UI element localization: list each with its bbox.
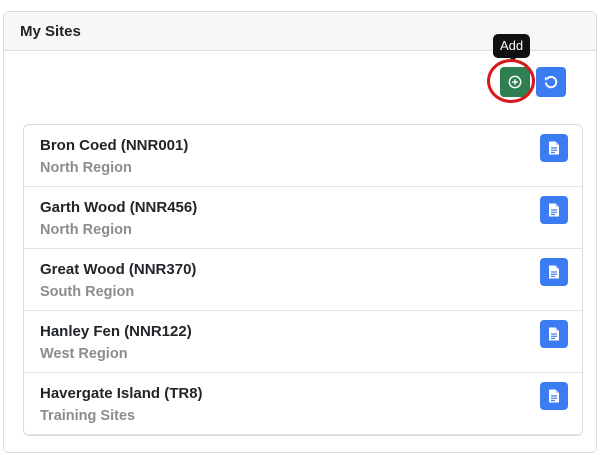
site-details-button[interactable] bbox=[540, 134, 568, 162]
panel-title: My Sites bbox=[20, 22, 81, 40]
site-region: Training Sites bbox=[40, 408, 136, 424]
add-button[interactable] bbox=[500, 67, 530, 97]
site-details-button[interactable] bbox=[540, 382, 568, 410]
site-details-button[interactable] bbox=[540, 320, 568, 348]
document-icon bbox=[549, 265, 559, 279]
document-icon bbox=[549, 389, 559, 403]
add-tooltip: Add bbox=[493, 34, 531, 58]
refresh-button[interactable] bbox=[536, 67, 566, 97]
toolbar bbox=[500, 67, 566, 97]
site-list-item[interactable]: Hanley Fen (NNR122) West Region bbox=[24, 311, 582, 373]
site-name: Bron Coed (NNR001) bbox=[40, 137, 189, 154]
site-region: North Region bbox=[40, 222, 132, 238]
site-details-button[interactable] bbox=[540, 196, 568, 224]
site-region: North Region bbox=[40, 160, 132, 176]
document-icon bbox=[549, 141, 559, 155]
site-list-item[interactable]: Great Wood (NNR370) South Region bbox=[24, 249, 582, 311]
document-icon bbox=[549, 203, 559, 217]
site-name: Garth Wood (NNR456) bbox=[40, 199, 198, 216]
site-name: Great Wood (NNR370) bbox=[40, 261, 197, 278]
site-name: Hanley Fen (NNR122) bbox=[40, 323, 192, 340]
refresh-icon bbox=[544, 75, 558, 89]
site-list-item[interactable]: Bron Coed (NNR001) North Region bbox=[24, 125, 582, 187]
tooltip-arrow bbox=[508, 56, 518, 61]
site-name: Havergate Island (TR8) bbox=[40, 385, 203, 402]
my-sites-panel: My Sites Bron Coed (NNR001) North Region G… bbox=[3, 11, 597, 453]
site-list-item[interactable]: Garth Wood (NNR456) North Region bbox=[24, 187, 582, 249]
document-icon bbox=[549, 327, 559, 341]
plus-circle-icon bbox=[508, 75, 522, 89]
site-region: South Region bbox=[40, 284, 135, 300]
site-list-item[interactable]: Havergate Island (TR8) Training Sites bbox=[24, 373, 582, 435]
site-list: Bron Coed (NNR001) North Region Garth Wood… bbox=[23, 124, 583, 436]
site-details-button[interactable] bbox=[540, 258, 568, 286]
site-region: West Region bbox=[40, 346, 128, 362]
